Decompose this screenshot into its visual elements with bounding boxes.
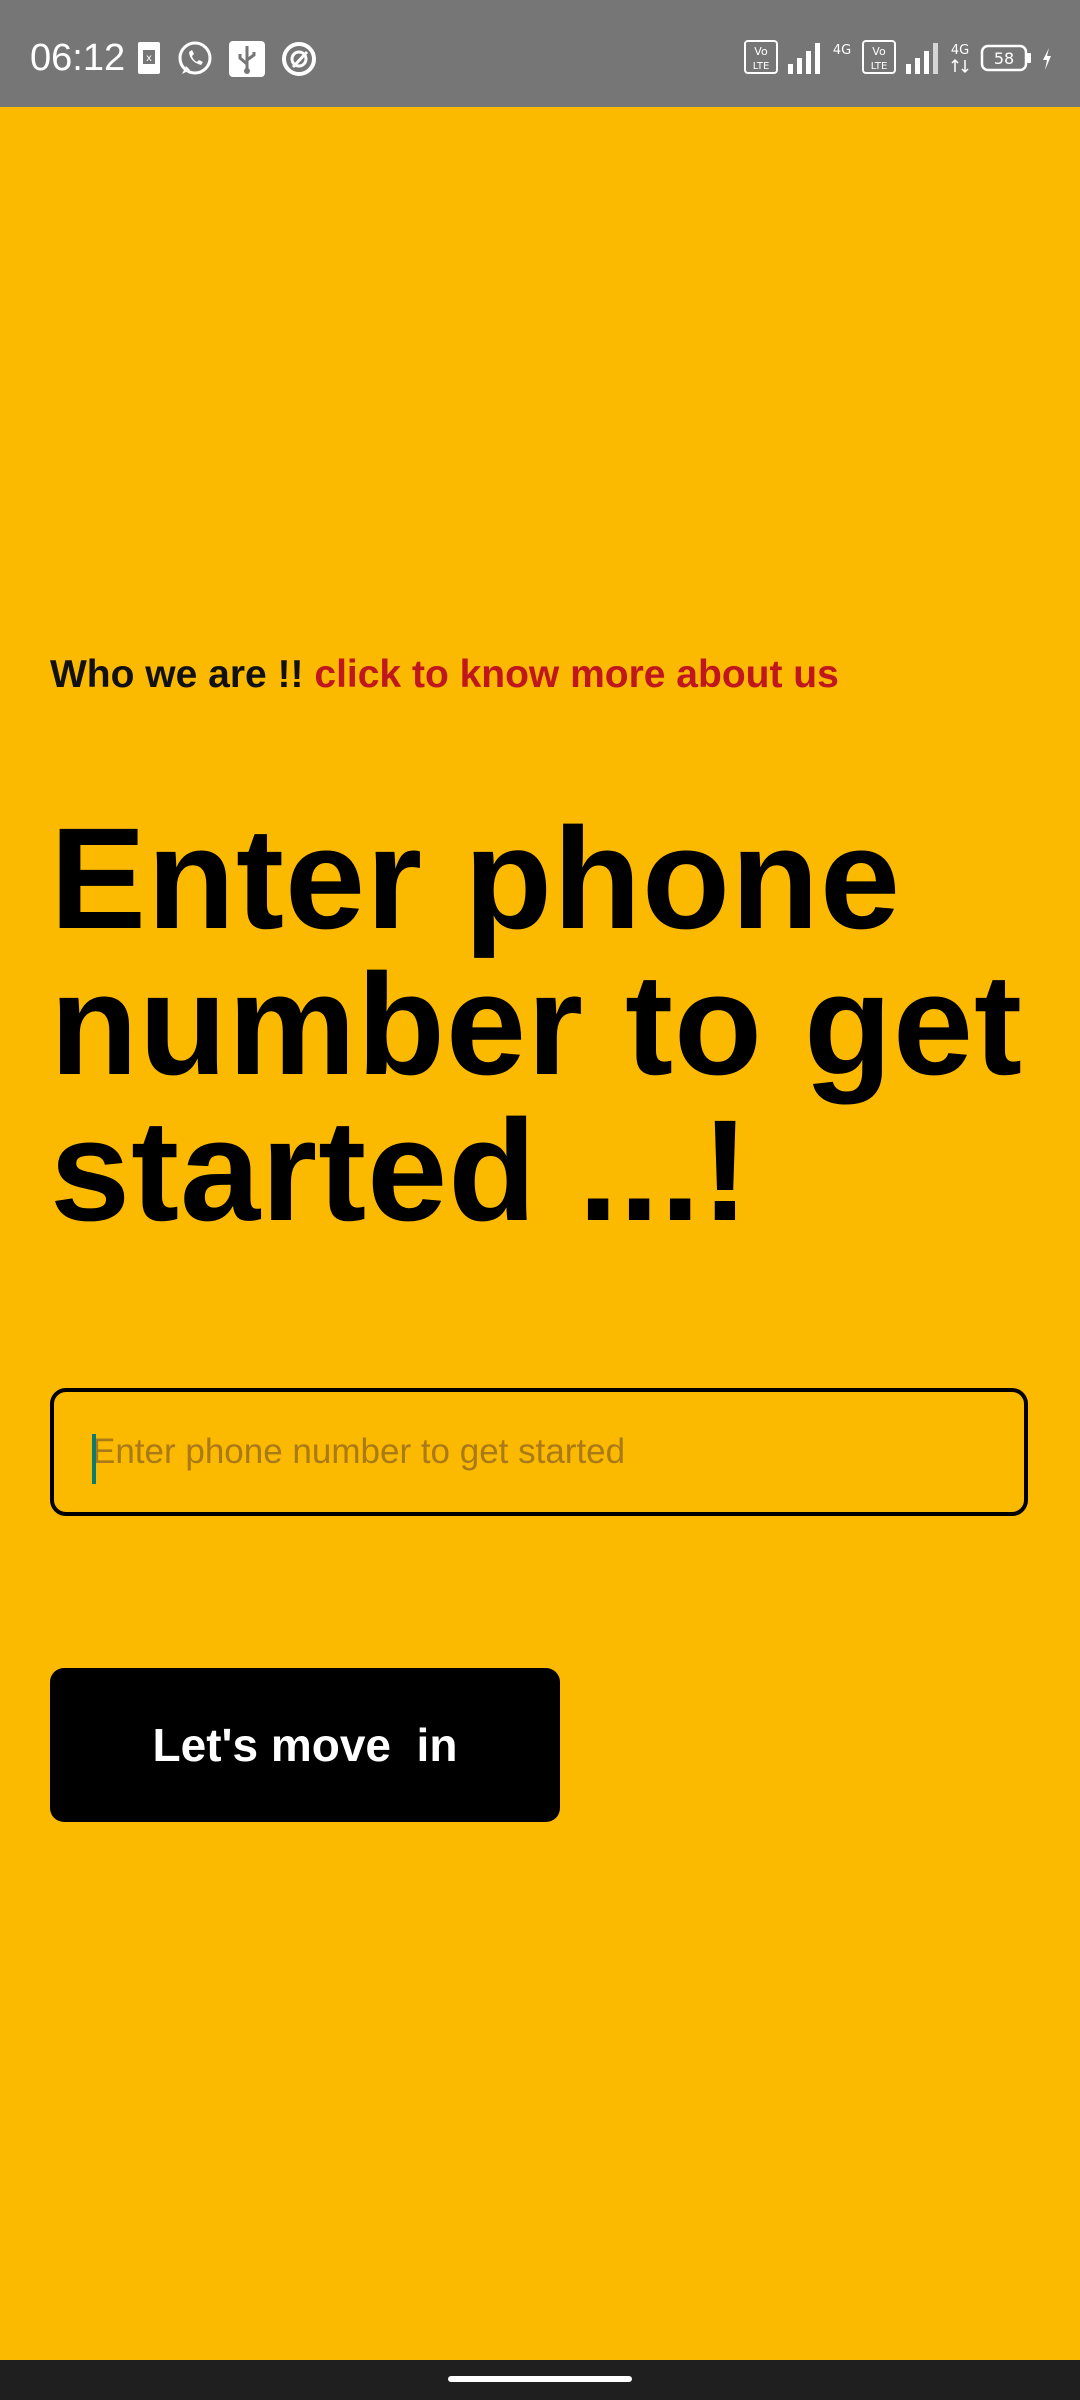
usb-icon	[228, 40, 266, 77]
sim-card-icon: x	[136, 40, 162, 76]
svg-text:LTE: LTE	[871, 61, 888, 72]
lets-move-in-button[interactable]: Let's move in	[50, 1668, 560, 1822]
phone-number-input[interactable]	[54, 1392, 1024, 1512]
volte-icon: Vo LTE	[744, 40, 778, 76]
status-left-icons: x	[136, 38, 318, 78]
svg-text:Vo: Vo	[872, 45, 886, 58]
page-title: Enter phone number to get started ...!	[50, 798, 1023, 1251]
data-saver-icon	[280, 40, 318, 76]
navigation-bar	[0, 2360, 1080, 2400]
svg-text:LTE: LTE	[753, 61, 770, 72]
battery-icon: 58	[980, 40, 1032, 76]
svg-text:x: x	[146, 53, 152, 64]
status-bar: 06:12 x Vo LTE 4G Vo LTE 4G 58	[0, 0, 1080, 107]
svg-text:4G: 4G	[833, 43, 851, 58]
4g-icon: 4G	[948, 40, 972, 76]
volte-icon: Vo LTE	[862, 40, 896, 76]
about-us-link[interactable]: click to know more about us	[314, 653, 838, 696]
signal-icon	[904, 40, 940, 76]
about-prefix: Who we are !!	[50, 653, 304, 696]
status-time: 06:12	[30, 37, 126, 79]
svg-text:Vo: Vo	[754, 45, 768, 58]
4g-icon: 4G	[830, 40, 854, 76]
phone-field[interactable]	[50, 1388, 1028, 1516]
signal-icon	[786, 40, 822, 76]
about-line: Who we are !! click to know more about u…	[50, 650, 839, 700]
home-indicator[interactable]	[448, 2376, 632, 2382]
charging-icon	[1040, 40, 1054, 76]
svg-text:4G: 4G	[951, 43, 969, 58]
text-cursor	[92, 1434, 96, 1484]
status-right-icons: Vo LTE 4G Vo LTE 4G 58	[744, 38, 1054, 78]
whatsapp-icon	[176, 40, 214, 76]
battery-level: 58	[994, 49, 1014, 68]
